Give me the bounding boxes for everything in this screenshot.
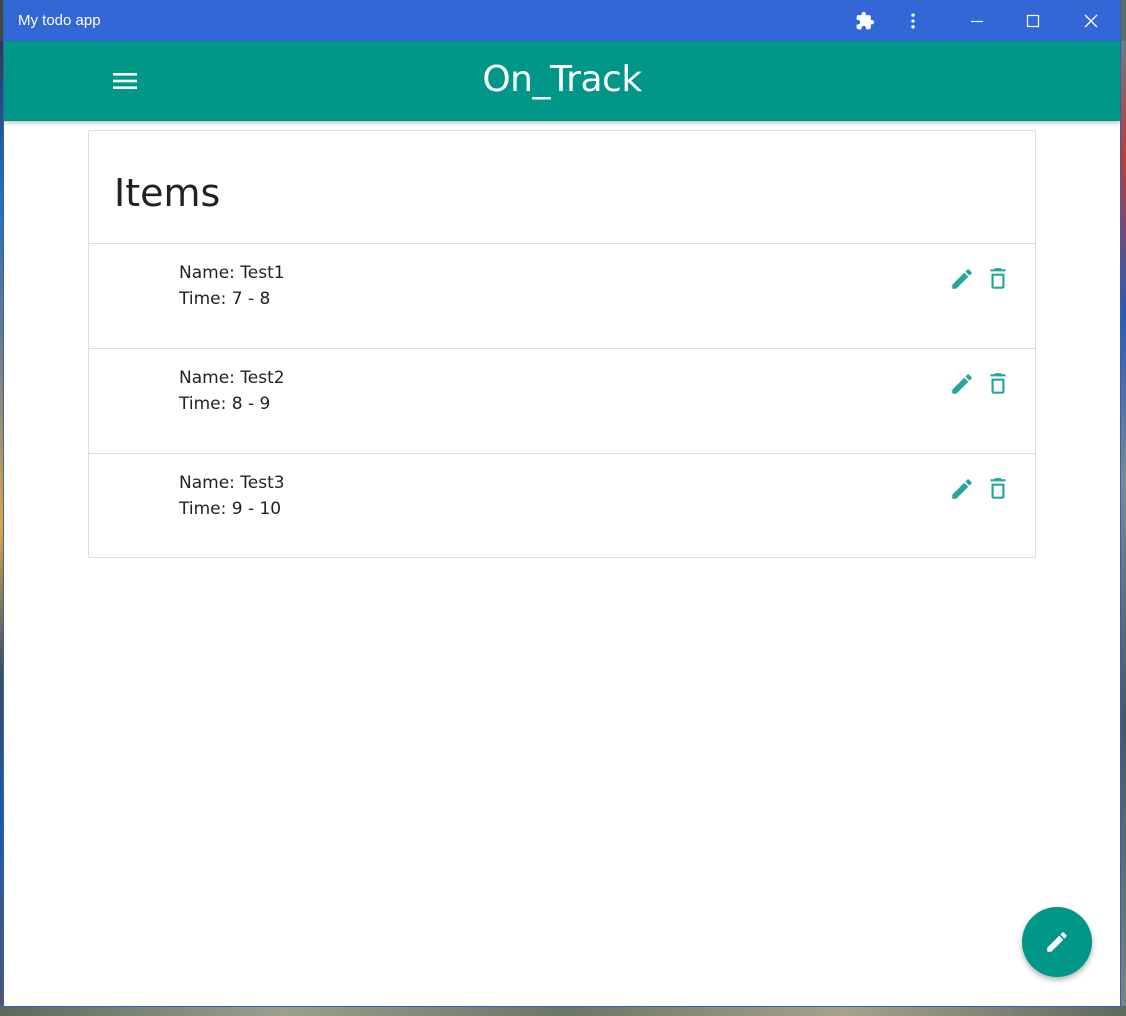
maximize-icon — [1026, 14, 1040, 27]
close-button[interactable] — [1068, 0, 1114, 41]
item-details: Name: Test2 Time: 8 - 9 — [179, 365, 285, 417]
desktop-background-right — [1120, 41, 1126, 1016]
list-item: Name: Test2 Time: 8 - 9 — [89, 349, 1035, 454]
add-item-fab[interactable] — [1022, 907, 1092, 977]
minimize-button[interactable] — [954, 0, 1000, 41]
edit-item-button[interactable] — [949, 266, 975, 292]
item-time: Time: 8 - 9 — [179, 394, 271, 414]
item-actions — [949, 371, 1011, 397]
delete-item-button[interactable] — [985, 476, 1011, 502]
app-toolbar: On_Track — [4, 41, 1120, 121]
trash-icon — [990, 268, 1006, 289]
list-item: Name: Test3 Time: 9 - 10 — [89, 454, 1035, 558]
maximize-button[interactable] — [1010, 0, 1056, 41]
extensions-button[interactable] — [842, 0, 888, 41]
delete-item-button[interactable] — [985, 266, 1011, 292]
item-time: Time: 7 - 8 — [179, 289, 271, 309]
items-card: Items Name: Test1 Time: 7 - 8 Name: Test… — [88, 130, 1036, 558]
puzzle-icon — [856, 11, 875, 29]
window-title: My todo app — [18, 12, 101, 29]
pencil-icon — [952, 269, 972, 289]
more-options-button[interactable] — [890, 0, 936, 41]
trash-icon — [990, 478, 1006, 499]
trash-icon — [990, 373, 1006, 394]
window-titlebar[interactable]: My todo app — [4, 0, 1120, 41]
list-item: Name: Test1 Time: 7 - 8 — [89, 244, 1035, 349]
item-name: Name: Test2 — [179, 368, 285, 388]
desktop-background-bottom — [0, 1006, 1126, 1016]
item-actions — [949, 266, 1011, 292]
close-icon — [1084, 14, 1098, 27]
card-header: Items — [89, 131, 1035, 244]
item-details: Name: Test1 Time: 7 - 8 — [179, 260, 285, 312]
more-vert-icon — [911, 13, 915, 28]
pencil-icon — [952, 479, 972, 499]
items-heading: Items — [114, 171, 221, 215]
edit-item-button[interactable] — [949, 371, 975, 397]
delete-item-button[interactable] — [985, 371, 1011, 397]
pencil-icon — [1047, 932, 1067, 952]
pencil-icon — [952, 374, 972, 394]
edit-item-button[interactable] — [949, 476, 975, 502]
minimize-icon — [971, 20, 983, 22]
item-actions — [949, 476, 1011, 502]
item-name: Name: Test3 — [179, 473, 285, 493]
item-details: Name: Test3 Time: 9 - 10 — [179, 470, 285, 522]
app-title: On_Track — [482, 59, 642, 100]
item-time: Time: 9 - 10 — [179, 499, 282, 519]
app-window: My todo app On_Track Items Name: Test1 T… — [4, 0, 1120, 1006]
item-name: Name: Test1 — [179, 263, 285, 283]
